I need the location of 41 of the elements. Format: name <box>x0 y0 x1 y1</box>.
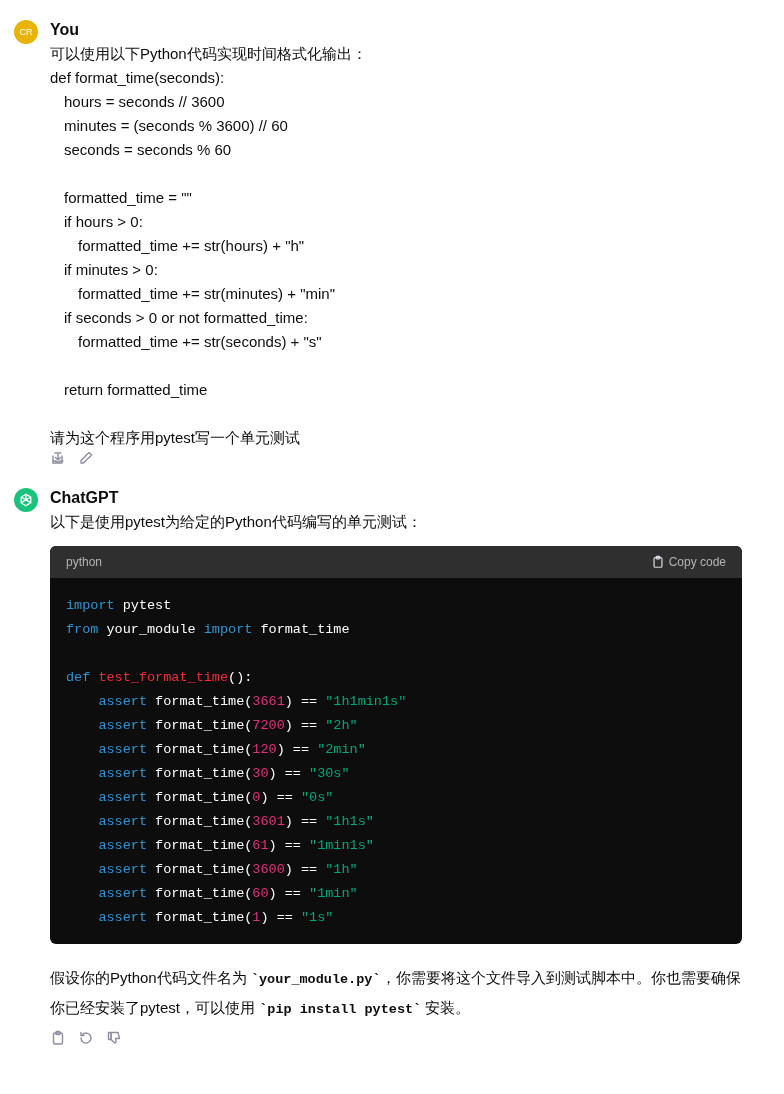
code-line: assert format_time(7200) == "2h" <box>97 717 359 735</box>
author-name: You <box>50 20 81 40</box>
message-line: formatted_time += str(seconds) + "s" <box>78 332 322 352</box>
download-tray-icon[interactable] <box>50 450 66 466</box>
user-avatar: CR <box>14 20 38 44</box>
message-line: 可以使用以下Python代码实现时间格式化输出： <box>50 44 367 64</box>
message-line: def format_time(seconds): <box>50 68 225 88</box>
code-line: from your_module import format_time <box>66 621 351 639</box>
message-line: hours = seconds // 3600 <box>64 92 225 112</box>
message-line: seconds = seconds % 60 <box>64 140 232 160</box>
code-line: assert format_time(3600) == "1h" <box>97 861 359 879</box>
code-line: import pytest <box>66 597 173 615</box>
message-line: 请为这个程序用pytest写一个单元测试 <box>50 428 301 448</box>
message-line: if minutes > 0: <box>64 260 158 280</box>
copy-code-button[interactable]: Copy code <box>650 550 726 574</box>
pencil-icon[interactable] <box>78 450 94 466</box>
clipboard-icon[interactable] <box>50 1030 66 1046</box>
clipboard-icon <box>650 555 665 569</box>
code-line: assert format_time(0) == "0s" <box>97 789 335 807</box>
message-text: 假设你的Python代码文件名为 `your_module.py`，你需要将这个文件导入到测试脚本中。你也需要确保你已经安装了pytest，可以使用 `pip install pytest` 安装。 <box>50 968 742 1019</box>
code-line: assert format_time(3601) == "1h1s" <box>97 813 375 831</box>
code-language: python <box>66 554 103 571</box>
message-text: 以下是使用pytest为给定的Python代码编写的单元测试： <box>50 512 423 532</box>
thumbs-down-icon[interactable] <box>106 1030 122 1046</box>
message-line: return formatted_time <box>64 380 208 400</box>
code-line: assert format_time(3661) == "1h1min1s" <box>97 693 408 711</box>
code-line: def test_format_time(): <box>66 669 254 687</box>
message-line: minutes = (seconds % 3600) // 60 <box>64 116 288 136</box>
code-line: assert format_time(1) == "1s" <box>97 909 335 927</box>
author-name: ChatGPT <box>50 488 120 508</box>
message-line: formatted_time += str(hours) + "h" <box>78 236 305 256</box>
message-line: if hours > 0: <box>64 212 143 232</box>
assistant-logo-icon <box>14 488 38 512</box>
message-line: if seconds > 0 or not formatted_time: <box>64 308 308 328</box>
code-line: assert format_time(60) == "1min" <box>97 885 359 903</box>
message-line: formatted_time += str(minutes) + "min" <box>78 284 335 304</box>
code-line: assert format_time(30) == "30s" <box>97 765 351 783</box>
code-line: assert format_time(120) == "2min" <box>97 741 367 759</box>
code-line: assert format_time(61) == "1min1s" <box>97 837 375 855</box>
message-line: formatted_time = "" <box>64 188 192 208</box>
regenerate-icon[interactable] <box>78 1030 94 1046</box>
